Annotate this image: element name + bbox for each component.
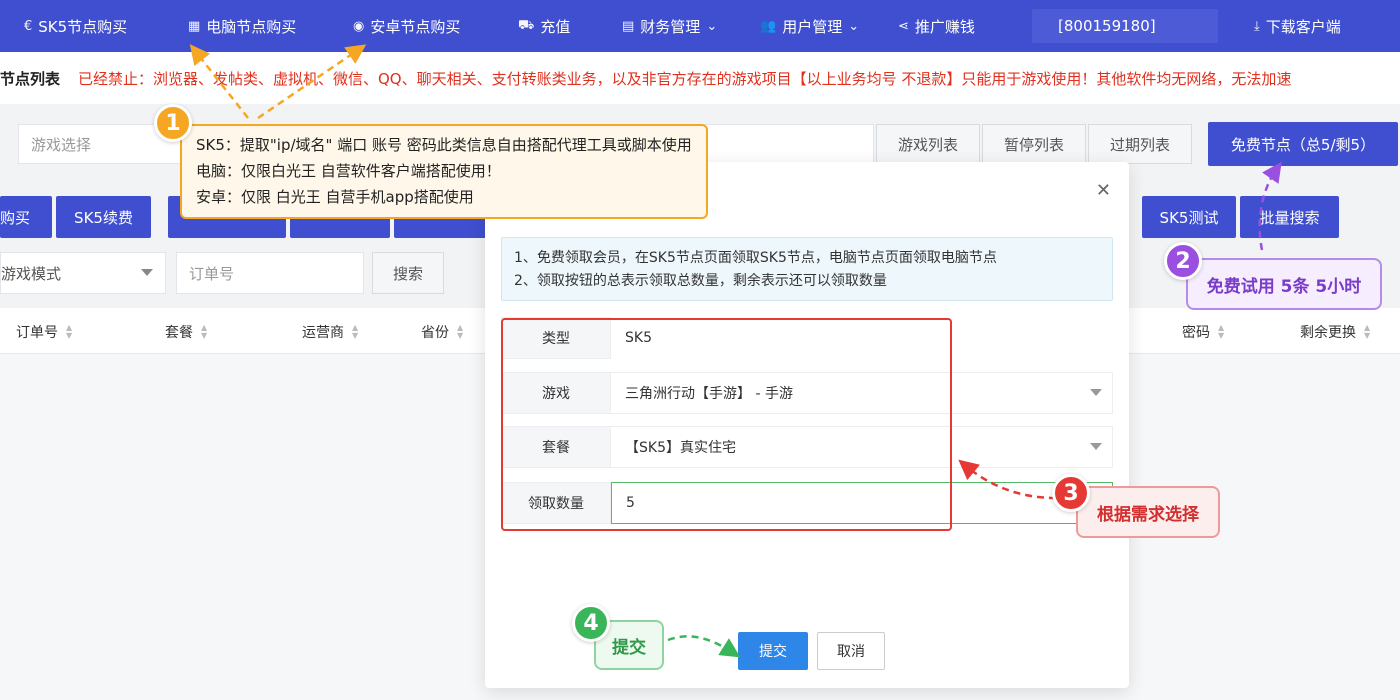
column-remaining-changes[interactable]: 剩余更换 ▲ ▼ xyxy=(1300,322,1370,342)
nav-sk5-buy[interactable]: € SK5节点购买 xyxy=(24,0,127,52)
cancel-button[interactable]: 取消 xyxy=(817,632,885,670)
annotation-3-badge: 3 xyxy=(1052,474,1090,512)
notice-row: 节点列表 已经禁止：浏览器、发帖类、虚拟机、微信、QQ、聊天相关、支付转账类业务… xyxy=(0,52,1400,104)
buy-button-label: 购买 xyxy=(0,208,31,227)
account-id[interactable]: [800159180] xyxy=(1032,9,1218,43)
annotation-2-tag: 免费试用 5条 5小时 xyxy=(1186,258,1382,310)
page-title: 节点列表 xyxy=(0,70,61,88)
game-mode-label: 游戏模式 xyxy=(1,264,62,283)
nav-android-buy[interactable]: ◉ 安卓节点购买 xyxy=(353,0,460,52)
nav-android-buy-label: 安卓节点购买 xyxy=(370,17,461,36)
column-remaining-changes-label: 剩余更换 xyxy=(1300,325,1356,341)
sort-icon: ▲ ▼ xyxy=(66,323,73,340)
column-order-no-label: 订单号 xyxy=(16,325,58,341)
finance-icon: ▤ xyxy=(622,18,635,34)
column-province[interactable]: 省份 ▲ ▼ xyxy=(421,322,463,342)
sk5-renew-button[interactable]: SK5续费 xyxy=(56,196,151,238)
column-order-no[interactable]: 订单号 ▲ ▼ xyxy=(16,322,72,342)
annotation-1-line-2: 电脑：仅限白光王 自营软件客户端搭配使用！ xyxy=(196,162,501,180)
submit-button[interactable]: 提交 xyxy=(738,632,808,670)
column-province-label: 省份 xyxy=(421,325,449,341)
users-icon: 👥 xyxy=(760,18,777,34)
nav-recharge-label: 充值 xyxy=(540,17,571,36)
nav-promote[interactable]: ⋖ 推广赚钱 xyxy=(898,0,975,52)
nav-download[interactable]: ⤓ 下载客户端 xyxy=(1254,0,1341,52)
info-line-2: 2、领取按钮的总表示领取总数量，剩余表示还可以领取数量 xyxy=(514,273,887,289)
annotation-1-badge: 1 xyxy=(154,104,192,142)
nav-users-label: 用户管理 xyxy=(782,17,843,36)
nav-users[interactable]: 👥 用户管理 ⌄ xyxy=(760,0,859,52)
chevron-down-icon xyxy=(1090,443,1102,450)
euro-icon: € xyxy=(24,18,33,34)
annotation-1-line-1: SK5：提取"ip/域名" 端口 账号 密码此类信息自由搭配代理工具或脚本使用 xyxy=(196,136,692,154)
info-line-1: 1、免费领取会员，在SK5节点页面领取SK5节点，电脑节点页面领取电脑节点 xyxy=(514,250,997,266)
annotation-4-badge: 4 xyxy=(572,604,610,642)
chevron-down-icon xyxy=(141,269,153,276)
sort-icon: ▲ ▼ xyxy=(352,323,359,340)
column-package-label: 套餐 xyxy=(165,325,193,341)
free-node-button[interactable]: 免费节点（总5/剩5） xyxy=(1208,122,1398,166)
batch-search-button[interactable]: 批量搜索 xyxy=(1240,196,1339,238)
windows-icon: ▦ xyxy=(188,18,201,34)
column-carrier[interactable]: 运营商 ▲ ▼ xyxy=(302,322,358,342)
sk5-test-button[interactable]: SK5测试 xyxy=(1142,196,1236,238)
annotation-2-badge: 2 xyxy=(1164,242,1202,280)
nav-sk5-buy-label: SK5节点购买 xyxy=(38,17,128,36)
nav-pc-buy[interactable]: ▦ 电脑节点购买 xyxy=(188,0,296,52)
search-button[interactable]: 搜索 xyxy=(372,252,444,294)
tab-game-list[interactable]: 游戏列表 xyxy=(876,124,980,164)
sort-icon: ▲ ▼ xyxy=(1364,323,1371,340)
annotation-3-tag: 根据需求选择 xyxy=(1076,486,1220,538)
sort-icon: ▲ ▼ xyxy=(1218,323,1225,340)
nav-promote-label: 推广赚钱 xyxy=(914,17,975,36)
info-notice: 1、免费领取会员，在SK5节点页面领取SK5节点，电脑节点页面领取电脑节点 2、… xyxy=(501,237,1113,301)
column-password-label: 密码 xyxy=(1182,325,1210,341)
column-password[interactable]: 密码 ▲ ▼ xyxy=(1182,322,1224,342)
buy-button[interactable]: 购买 xyxy=(0,196,52,238)
game-mode-select[interactable]: 游戏模式 xyxy=(0,252,166,294)
android-icon: ◉ xyxy=(353,18,365,34)
chevron-down-icon xyxy=(1090,389,1102,396)
nav-download-label: 下载客户端 xyxy=(1265,17,1341,36)
download-icon: ⤓ xyxy=(1254,18,1260,34)
top-navbar: € SK5节点购买 ▦ 电脑节点购买 ◉ 安卓节点购买 ⛟ 充值 ▤ 财务管理 … xyxy=(0,0,1400,52)
share-icon: ⋖ xyxy=(898,18,909,34)
chevron-down-icon: ⌄ xyxy=(706,18,718,34)
nav-recharge[interactable]: ⛟ 充值 xyxy=(518,0,570,52)
chevron-down-icon: ⌄ xyxy=(848,18,860,34)
close-icon[interactable]: ✕ xyxy=(1096,180,1111,201)
tab-expired-list[interactable]: 过期列表 xyxy=(1088,124,1192,164)
tab-paused-list[interactable]: 暂停列表 xyxy=(982,124,1086,164)
nav-finance[interactable]: ▤ 财务管理 ⌄ xyxy=(622,0,717,52)
nav-pc-buy-label: 电脑节点购买 xyxy=(206,17,297,36)
column-package[interactable]: 套餐 ▲ ▼ xyxy=(165,322,207,342)
cart-icon: ⛟ xyxy=(518,17,535,33)
order-number-input[interactable]: 订单号 xyxy=(176,252,364,294)
annotation-1-box: SK5：提取"ip/域名" 端口 账号 密码此类信息自由搭配代理工具或脚本使用 … xyxy=(180,124,708,219)
nav-finance-label: 财务管理 xyxy=(640,17,701,36)
sort-icon: ▲ ▼ xyxy=(457,323,464,340)
sort-icon: ▲ ▼ xyxy=(201,323,208,340)
annotation-1-line-3: 安卓：仅限 白光王 自营手机app搭配使用 xyxy=(196,188,474,206)
forbidden-notice: 已经禁止：浏览器、发帖类、虚拟机、微信、QQ、聊天相关、支付转账类业务，以及非官… xyxy=(78,70,1292,88)
form-highlight-frame xyxy=(501,318,952,531)
column-carrier-label: 运营商 xyxy=(302,325,344,341)
